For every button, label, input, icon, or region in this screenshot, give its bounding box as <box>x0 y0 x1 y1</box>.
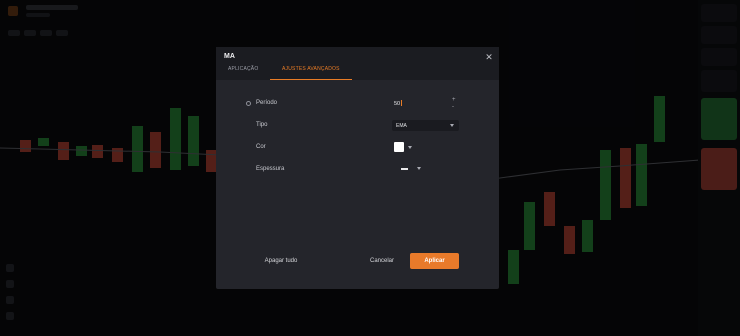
indicator-settings-modal: MA ✕ APLICAÇÃO AJUSTES AVANÇADOS Período… <box>216 47 499 289</box>
period-label: Período <box>256 100 278 106</box>
period-input[interactable]: 50 <box>394 98 450 108</box>
line-thickness-sample <box>401 168 408 170</box>
modal-title: MA <box>224 53 235 60</box>
close-icon[interactable]: ✕ <box>484 52 494 62</box>
type-value: EMA <box>396 123 407 129</box>
tab-advanced-settings[interactable]: AJUSTES AVANÇADOS <box>270 66 352 80</box>
type-select[interactable]: EMA <box>392 120 459 131</box>
text-caret <box>401 100 403 106</box>
chevron-down-icon <box>450 124 454 127</box>
modal-header: MA ✕ APLICAÇÃO AJUSTES AVANÇADOS <box>216 47 499 80</box>
cancel-button[interactable]: Cancelar <box>356 253 408 269</box>
increment-button[interactable]: + <box>452 97 456 103</box>
color-label: Cor <box>256 144 266 150</box>
thickness-label: Espessura <box>256 166 285 172</box>
clear-all-button[interactable]: Apagar tudo <box>254 253 308 269</box>
color-swatch[interactable] <box>394 142 404 152</box>
thickness-select[interactable] <box>394 162 426 175</box>
decrement-button[interactable]: - <box>452 104 454 110</box>
chevron-down-icon <box>417 167 421 170</box>
apply-button[interactable]: Aplicar <box>410 253 459 269</box>
gear-icon[interactable] <box>246 101 251 106</box>
period-value: 50 <box>394 101 401 107</box>
type-label: Tipo <box>256 122 268 128</box>
chevron-down-icon[interactable] <box>408 146 412 149</box>
tab-application[interactable]: APLICAÇÃO <box>228 66 258 80</box>
